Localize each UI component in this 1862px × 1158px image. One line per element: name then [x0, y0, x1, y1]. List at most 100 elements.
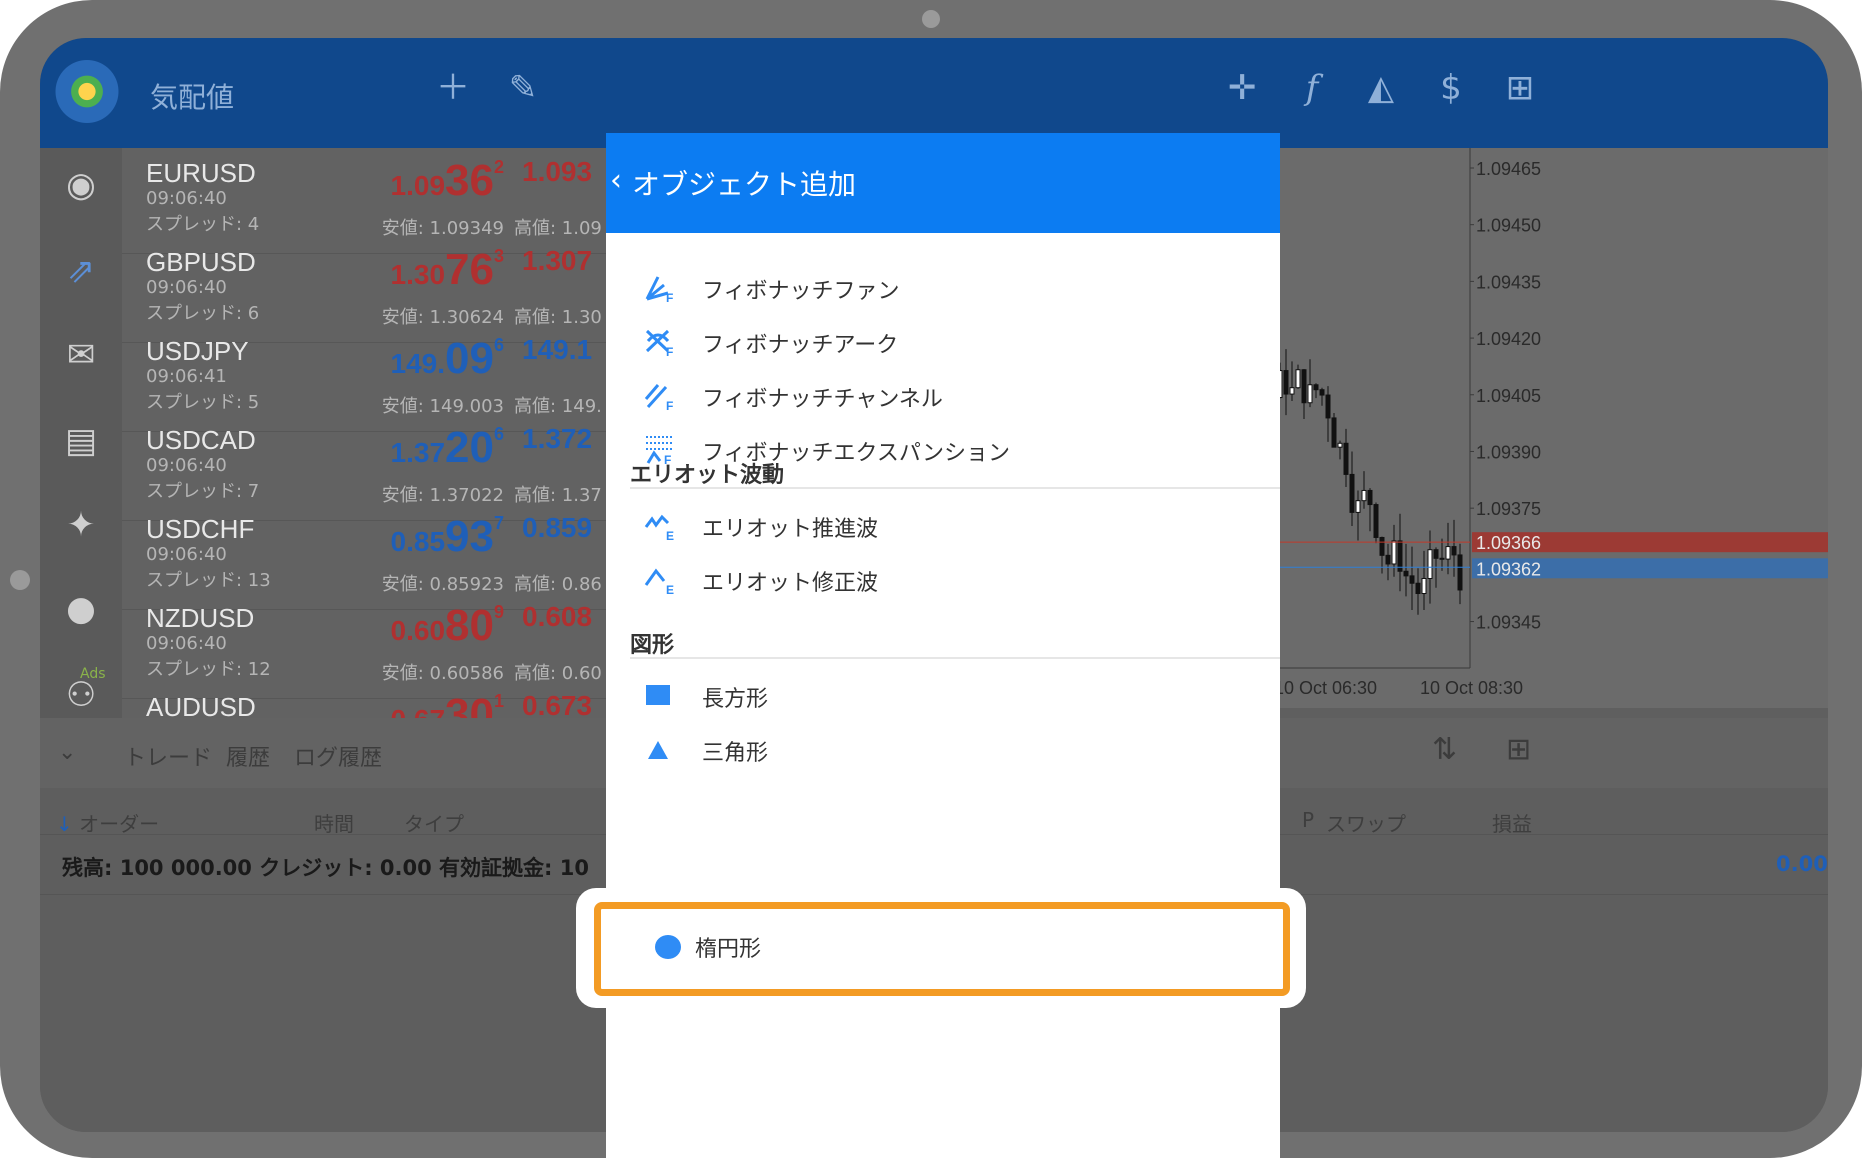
quote-bid: 1.37206: [304, 423, 504, 473]
quote-ask: 1.307: [522, 245, 592, 277]
candle-body: [1343, 442, 1349, 475]
quote-bid: 149.096: [304, 334, 504, 384]
menu-item-fibo-channel[interactable]: F フィボナッチチャンネル: [644, 369, 1264, 421]
trade-icon[interactable]: $: [1426, 68, 1476, 108]
bid-fraction: 3: [493, 246, 504, 266]
ask-value: 0.673: [522, 690, 593, 721]
community-icon[interactable]: ⚇: [54, 668, 108, 722]
candle-body: [1283, 370, 1289, 395]
new-order-icon[interactable]: ⊞: [1495, 68, 1545, 108]
candle-body: [1409, 575, 1415, 584]
menu-item-ellipse[interactable]: 楕円形: [594, 902, 1290, 996]
price-tick-label: 1.09405: [1476, 386, 1541, 406]
page-title: 気配値: [150, 81, 235, 114]
candle-body: [1349, 473, 1355, 513]
quote-ask: 1.372: [522, 423, 592, 455]
quote-spread: スプレッド: 5: [146, 392, 260, 413]
mail-icon[interactable]: ✉: [54, 328, 108, 382]
bid-fraction: 6: [493, 335, 504, 355]
bid-prefix: 1.09: [390, 170, 446, 201]
ask-value: 0.859: [522, 512, 593, 543]
ads-icon[interactable]: ✦: [54, 498, 108, 552]
candle-body: [1337, 442, 1343, 448]
new-order-bottom-icon[interactable]: ⊞: [1506, 732, 1531, 767]
quote-spread: スプレッド: 13: [146, 570, 271, 591]
menu-item-triangle[interactable]: 三角形: [644, 723, 1264, 775]
menu-item-elliott-impulse[interactable]: E エリオット推進波: [644, 499, 1264, 551]
col-swap[interactable]: スワップ: [1326, 808, 1406, 837]
col-p[interactable]: P: [1302, 808, 1314, 832]
menu-item-label: エリオット修正波: [702, 571, 879, 596]
elliott-correction-icon: E: [644, 568, 674, 595]
quote-spread: スプレッド: 12: [146, 659, 271, 680]
candle-body: [1445, 546, 1451, 560]
tab-log-history[interactable]: ログ履歴: [294, 740, 382, 772]
bid-prefix: 0.60: [390, 615, 446, 646]
candle-body: [1373, 504, 1379, 538]
bid-prefix: 0.85: [390, 526, 446, 557]
col-type[interactable]: タイプ: [404, 808, 464, 837]
candle-body: [1439, 557, 1445, 560]
back-chevron-icon[interactable]: ‹: [610, 163, 622, 198]
app-logo[interactable]: [52, 60, 122, 130]
elliott-impulse-icon: E: [644, 514, 674, 541]
menu-item-rectangle[interactable]: 長方形: [644, 669, 1264, 721]
bid-fraction: 6: [493, 424, 504, 444]
account-icon[interactable]: ◉: [54, 158, 108, 212]
add-icon[interactable]: ＋: [428, 68, 478, 108]
news-icon[interactable]: ▤: [54, 414, 108, 468]
bid-fraction: 2: [493, 157, 504, 177]
menu-item-elliott-correction[interactable]: E エリオット修正波: [644, 553, 1264, 605]
rectangle-icon: [646, 685, 670, 705]
price-tick-label: 1.09420: [1476, 329, 1541, 349]
menu-item-label: フィボナッチファン: [702, 279, 900, 304]
candle-body: [1403, 570, 1409, 577]
collapse-chevron-icon[interactable]: ⌄: [58, 740, 76, 765]
sort-icon[interactable]: ⇅: [1432, 732, 1457, 767]
col-time[interactable]: 時間: [314, 808, 354, 837]
objects-icon[interactable]: ◭: [1356, 68, 1406, 108]
price-tick-label: 1.09390: [1476, 442, 1541, 462]
menu-item-label: フィボナッチチャンネル: [702, 387, 943, 412]
tab-trade[interactable]: トレード: [124, 740, 212, 772]
trade-arrows-icon[interactable]: ⇗: [54, 244, 108, 298]
triangle-icon: [648, 741, 668, 759]
bid-prefix: 1.37: [390, 437, 446, 468]
price-tick-label: 1.09450: [1476, 216, 1541, 236]
price-tick-label: 1.09465: [1476, 159, 1541, 179]
chat-icon[interactable]: ●: [54, 582, 108, 636]
ask-value: 149.1: [522, 334, 593, 365]
candle-body: [1367, 489, 1373, 506]
ask-price-label: 1.09362: [1476, 559, 1541, 579]
menu-item-fibo-arc[interactable]: F フィボナッチアーク: [644, 315, 1264, 367]
col-profit[interactable]: 損益: [1492, 808, 1532, 837]
pencil-icon[interactable]: ✎: [498, 68, 548, 108]
menu-item-fibo-fan[interactable]: F フィボナッチファン: [644, 261, 1264, 313]
quote-symbol: USDCAD: [146, 425, 256, 455]
svg-text:F: F: [666, 291, 673, 303]
quote-ask: 149.1: [522, 334, 592, 366]
tab-history[interactable]: 履歴: [226, 740, 270, 772]
bid-fraction: 9: [493, 602, 504, 622]
section-divider: [630, 487, 1280, 489]
col-order[interactable]: ↓ オーダー: [56, 808, 159, 837]
quote-spread: スプレッド: 7: [146, 481, 260, 502]
quote-symbol: EURUSD: [146, 158, 256, 188]
profit-total: 0.00: [1776, 852, 1828, 876]
crosshair-icon[interactable]: ✛: [1217, 68, 1267, 108]
side-dot: [10, 570, 30, 590]
quote-symbol: NZDUSD: [146, 603, 255, 633]
fibo-arc-icon: F: [645, 329, 673, 357]
section-elliott: エリオット波動: [630, 463, 785, 488]
bid-price-label: 1.09366: [1476, 533, 1541, 553]
quote-ask: 1.093: [522, 156, 592, 188]
quote-spread: スプレッド: 4: [146, 214, 260, 235]
quote-bid: 0.60809: [304, 601, 504, 651]
ask-value: 0.608: [522, 601, 593, 632]
ask-value: 1.307: [522, 245, 593, 276]
candle-body: [1433, 549, 1439, 559]
candle-body: [1415, 582, 1421, 595]
function-icon[interactable]: f: [1287, 68, 1337, 108]
bid-prefix: 149.: [390, 348, 446, 379]
highlight-callout: 楕円形: [576, 888, 1306, 1008]
